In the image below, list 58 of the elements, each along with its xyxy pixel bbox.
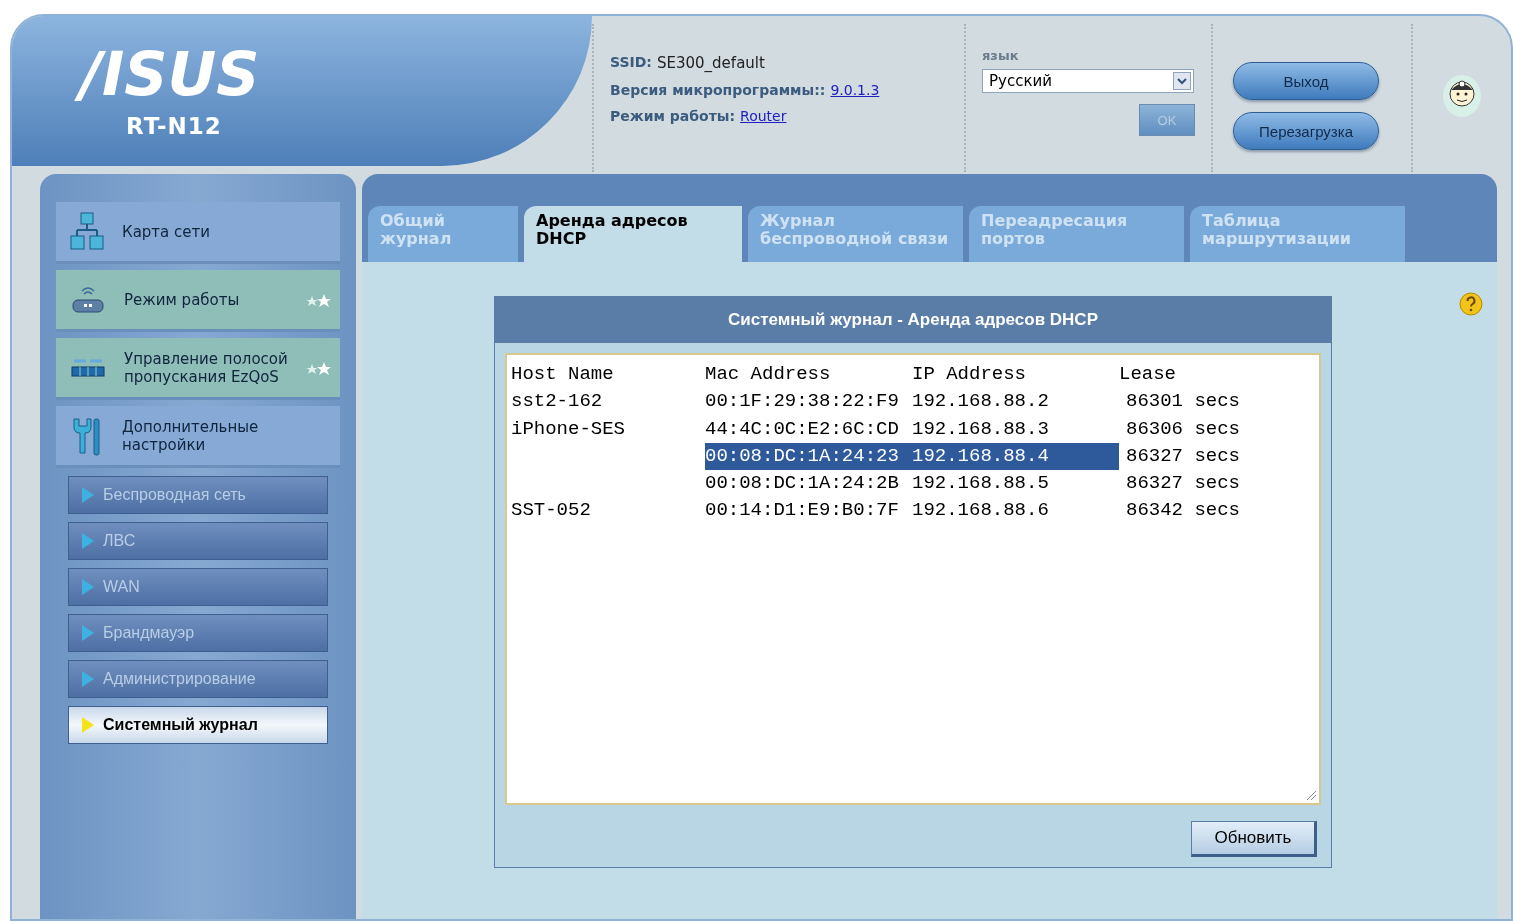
triangle-icon [81, 532, 95, 550]
avatar-icon [1442, 72, 1482, 118]
sidebar-item[interactable]: Режим работы [56, 270, 340, 332]
sidebar-item[interactable]: Дополнительные настройки [56, 406, 340, 468]
header-button[interactable]: Выход [1233, 62, 1379, 100]
column-header: Mac Address [705, 362, 832, 387]
lease-cell-text: 86342 secs [1126, 498, 1241, 524]
triangle-icon [81, 578, 95, 596]
lease-cell-text: 86327 secs [1126, 443, 1241, 469]
submenu-item[interactable]: ЛВС [68, 522, 328, 560]
info-link[interactable]: 9.0.1.3 [830, 82, 880, 98]
help-icon[interactable] [1459, 292, 1483, 316]
address-selection: 00:14:D1:E9:B0:7F 192.168.88.6 [705, 498, 1050, 524]
submenu-item[interactable]: Системный журнал [68, 706, 328, 744]
dropdown-icon [1173, 72, 1191, 90]
sidebar-item-label: Дополнительные настройки [122, 417, 260, 454]
triangle-icon [81, 716, 95, 734]
submenu-item[interactable]: Брандмауэр [68, 614, 328, 652]
address-selection: 44:4C:0C:E2:6C:CD 192.168.88.3 [705, 416, 1050, 442]
language-select[interactable]: Русский [982, 69, 1194, 93]
triangle-icon [81, 486, 95, 504]
sidebar-item-label: Карта сети [122, 222, 212, 241]
host-cell: iPhone-SES [511, 417, 626, 440]
refresh-button[interactable]: Обновить [1191, 821, 1317, 857]
address-selection: 00:1F:29:38:22:F9 192.168.88.2 [705, 389, 1050, 415]
submenu-item[interactable]: Беспроводная сеть [68, 476, 328, 514]
host-cell: sst2-162 [511, 390, 603, 413]
lease-cell-text: 86301 secs [1126, 389, 1241, 415]
brand-logo: /ISUS [72, 40, 268, 109]
sidebar-item-label: Управление полосой пропускания EzQoS [124, 349, 289, 386]
address-selection: 00:08:DC:1A:24:2B 192.168.88.5 [705, 471, 1050, 497]
tab[interactable]: Аренда адресов DHCP [524, 206, 742, 262]
sidebar-item[interactable]: Управление полосой пропускания EzQoS [56, 338, 340, 400]
submenu-item[interactable]: WAN [68, 568, 328, 606]
lease-cell-text: 86306 secs [1126, 416, 1241, 442]
triangle-icon [81, 624, 95, 642]
resize-grip-icon [1305, 789, 1317, 801]
network-icon [70, 211, 104, 252]
log-textarea[interactable] [505, 353, 1321, 805]
language-label: язык [982, 48, 1020, 63]
column-header: Host Name [511, 362, 615, 387]
log-title: Системный журнал - Аренда адресов DHCP [495, 297, 1331, 343]
header-button[interactable]: Перезагрузка [1233, 112, 1379, 150]
info-link[interactable]: Router [740, 108, 787, 124]
address-selection: 00:08:DC:1A:24:23 192.168.88.4 [705, 442, 1119, 471]
info-label: Режим работы: [610, 108, 736, 124]
sidebar-item[interactable]: Карта сети [56, 202, 340, 264]
host-cell: SST-052 [511, 499, 591, 522]
column-header: Lease [1119, 362, 1176, 387]
sidebar-item-label: Режим работы [124, 290, 241, 309]
submenu-item[interactable]: Администрирование [68, 660, 328, 698]
model-name: RT-N12 [126, 113, 222, 139]
lease-cell-text: 86327 secs [1126, 471, 1241, 497]
info-label: Версия микропрограммы:: [610, 82, 826, 98]
info-label: SSID: [610, 54, 652, 72]
column-header: IP Address [912, 362, 1028, 387]
triangle-icon [81, 670, 95, 688]
info-value: SE300_default [656, 54, 765, 72]
